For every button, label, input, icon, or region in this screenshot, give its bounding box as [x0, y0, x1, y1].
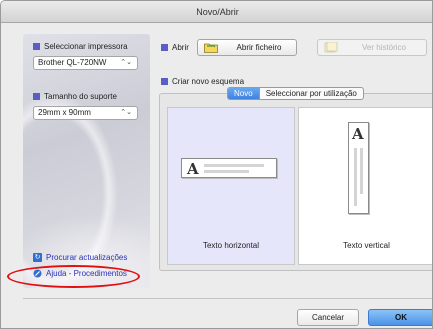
window-title: Novo/Abrir — [1, 1, 432, 23]
printer-select[interactable]: Brother QL-720NW ⌃⌄ — [33, 56, 138, 70]
printer-label: Seleccionar impressora — [44, 42, 128, 51]
tab-new[interactable]: Novo — [228, 88, 259, 99]
open-section-label: Abrir — [172, 43, 189, 52]
horizontal-label-preview: A — [181, 158, 277, 178]
footer-divider — [23, 298, 432, 299]
media-bullet-icon — [33, 93, 40, 100]
text-line-placeholder — [354, 148, 357, 206]
create-section-label: Criar novo esquema — [172, 77, 245, 86]
check-updates-link[interactable]: ↻ Procurar actualizações — [33, 253, 127, 262]
update-icon: ↻ — [33, 253, 42, 262]
create-bullet-icon — [161, 78, 168, 85]
open-section-label-row: Abrir — [161, 43, 189, 52]
media-label-row: Tamanho do suporte — [33, 92, 117, 101]
cancel-button[interactable]: Cancelar — [297, 309, 359, 326]
view-history-label: Ver histórico — [361, 43, 407, 52]
text-glyph-icon: A — [352, 125, 364, 143]
printer-select-value: Brother QL-720NW — [38, 58, 107, 67]
history-icon — [324, 42, 338, 53]
sidebar: Seleccionar impressora Brother QL-720NW … — [23, 34, 150, 288]
cancel-label: Cancelar — [311, 313, 344, 322]
open-bullet-icon — [161, 44, 168, 51]
vertical-label-preview: A — [348, 122, 369, 214]
view-history-button[interactable]: Ver histórico — [317, 39, 427, 56]
printer-label-row: Seleccionar impressora — [33, 42, 128, 51]
popup-arrows-icon: ⌃⌄ — [120, 59, 132, 66]
popup-arrows-icon: ⌃⌄ — [120, 109, 132, 116]
open-file-button[interactable]: Abrir ficheiro — [197, 39, 297, 56]
text-line-placeholder — [204, 164, 264, 167]
annotation-highlight-oval — [7, 265, 140, 288]
ok-button[interactable]: OK — [368, 309, 432, 326]
text-glyph-icon: A — [187, 160, 199, 178]
tab-select-by-use[interactable]: Seleccionar por utilização — [258, 88, 363, 99]
open-file-label: Abrir ficheiro — [236, 43, 282, 52]
printer-bullet-icon — [33, 43, 40, 50]
media-size-select[interactable]: 29mm x 90mm ⌃⌄ — [33, 106, 138, 120]
new-open-dialog: Novo/Abrir Seleccionar impressora Brothe… — [0, 0, 433, 329]
text-line-placeholder — [360, 148, 363, 194]
ok-label: OK — [395, 313, 407, 322]
media-size-value: 29mm x 90mm — [38, 108, 91, 117]
layout-tabs: Novo Seleccionar por utilização — [227, 87, 364, 100]
media-size-label: Tamanho do suporte — [44, 92, 117, 101]
text-line-placeholder — [204, 170, 249, 173]
create-section-label-row: Criar novo esquema — [161, 77, 244, 86]
horizontal-text-caption: Texto horizontal — [202, 241, 260, 250]
folder-icon — [204, 43, 218, 53]
check-updates-label: Procurar actualizações — [46, 253, 128, 262]
vertical-text-option[interactable]: A Texto vertical — [298, 107, 432, 265]
horizontal-text-option[interactable]: A Texto horizontal — [167, 107, 295, 265]
vertical-text-caption: Texto vertical — [343, 241, 390, 250]
